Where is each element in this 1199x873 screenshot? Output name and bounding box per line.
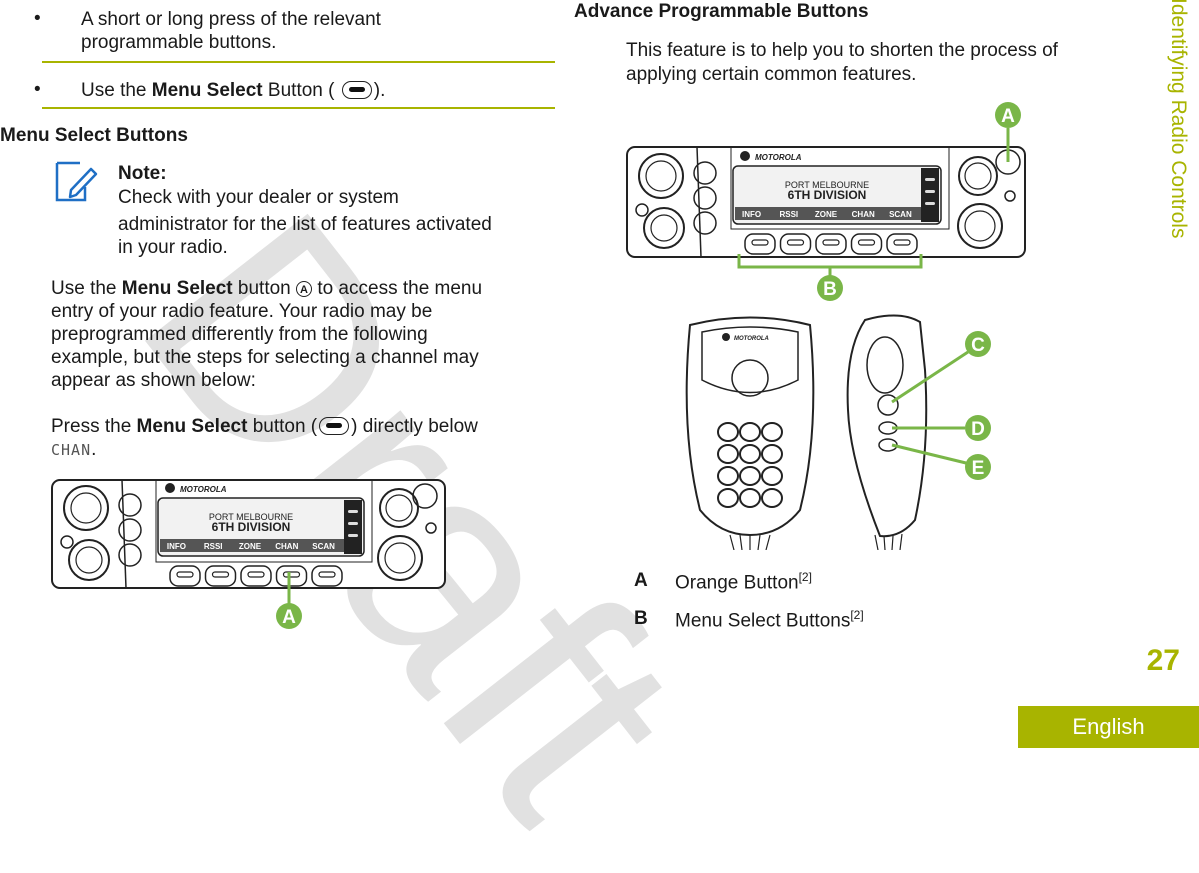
intro-line-2: applying certain common features. <box>626 64 917 85</box>
para2-line-1: Press the Menu Select button () directly… <box>51 416 478 437</box>
softkey-button-rssi[interactable] <box>204 565 237 587</box>
mic-side-body <box>846 314 928 538</box>
softkey-button-chan[interactable] <box>275 565 308 587</box>
language-label: English <box>1018 706 1199 748</box>
menu-select-button-icon <box>319 417 350 435</box>
note-line-3: in your radio. <box>118 237 228 258</box>
svg-text:C: C <box>971 335 985 356</box>
svg-text:A: A <box>1001 106 1015 127</box>
softkey-label-scan: SCAN <box>889 210 912 219</box>
note-line-2: administrator for the list of features a… <box>118 214 492 235</box>
svg-text:D: D <box>971 419 985 440</box>
para2-line-2: CHAN. <box>51 439 97 460</box>
section-heading: Menu Select Buttons <box>0 125 188 146</box>
note-label: Note: <box>118 163 167 184</box>
callout-a-inline-icon: A <box>296 281 313 297</box>
lcd-word-chan: CHAN <box>51 441 92 459</box>
bullet-icon: • <box>34 79 41 100</box>
softkey-button-scan[interactable] <box>311 565 343 587</box>
bullet-icon: • <box>34 8 41 29</box>
softkey-button-info[interactable] <box>744 233 776 255</box>
softkey-label-info: INFO <box>742 210 761 219</box>
para1-line-2: entry of your radio feature. Your radio … <box>51 301 433 322</box>
note-line-1: Check with your dealer or system <box>118 187 399 208</box>
chapter-side-tab: Identifying Radio Controls <box>1167 0 1190 239</box>
legend-key-b: B <box>634 608 648 629</box>
softkey-label-info: INFO <box>167 542 186 551</box>
softkey-label-zone: ZONE <box>815 210 838 219</box>
radio-control-head-figure-right: MOTOROLA PORT MELBOURNE 6TH DIVISION INF… <box>626 102 1026 301</box>
softkey-button-info[interactable] <box>169 565 201 587</box>
softkey-label-chan: CHAN <box>852 210 875 219</box>
section-heading-advance: Advance Programmable Buttons <box>574 1 869 22</box>
legend-item-a: Orange Button[2] <box>675 570 812 594</box>
display-line-2: 6TH DIVISION <box>212 520 291 534</box>
softkey-label-scan: SCAN <box>312 542 335 551</box>
softkey-label-rssi: RSSI <box>204 542 223 551</box>
mic-front-body <box>685 316 815 537</box>
bullet-text-2: Use the Menu Select Button ( ). <box>81 80 386 101</box>
para1-line-4: example, but the steps for selecting a c… <box>51 347 479 368</box>
svg-text:B: B <box>823 279 837 300</box>
intro-line-1: This feature is to help you to shorten t… <box>626 40 1058 61</box>
radio-control-head-figure: MOTOROLA PORT MELBOURNE 6TH DIVISION INF… <box>51 479 446 629</box>
svg-text:E: E <box>972 458 985 479</box>
note-pencil-icon <box>55 161 98 202</box>
svg-text:MOTOROLA: MOTOROLA <box>734 336 769 342</box>
legend-key-a: A <box>634 570 648 591</box>
svg-text:6TH DIVISION: 6TH DIVISION <box>788 188 867 202</box>
menu-select-button-icon <box>341 81 372 99</box>
softkey-label-rssi: RSSI <box>779 210 798 219</box>
para1-line-5: appear as shown below: <box>51 370 256 391</box>
bullet-text-1: A short or long press of the relevant pr… <box>81 9 381 53</box>
softkey-button-chan[interactable] <box>850 233 883 255</box>
brand-logo-text: MOTOROLA <box>180 485 227 494</box>
divider <box>42 61 555 63</box>
legend-item-b: Menu Select Buttons[2] <box>675 608 864 632</box>
para1-line-3: preprogrammed differently from the follo… <box>51 324 428 345</box>
divider <box>42 107 555 109</box>
svg-text:A: A <box>282 607 296 628</box>
softkey-label-zone: ZONE <box>239 542 262 551</box>
svg-text:MOTOROLA: MOTOROLA <box>755 153 802 162</box>
softkey-button-rssi[interactable] <box>779 233 812 255</box>
para1-line-1: Use the Menu Select button A to access t… <box>51 278 483 299</box>
softkey-button-scan[interactable] <box>886 233 918 255</box>
softkey-button-zone[interactable] <box>815 233 847 255</box>
softkey-button-zone[interactable] <box>240 565 272 587</box>
softkey-label-chan: CHAN <box>275 542 298 551</box>
page-number: 27 <box>1146 644 1180 677</box>
microphone-figure: MOTOROLA C D E <box>685 314 991 550</box>
